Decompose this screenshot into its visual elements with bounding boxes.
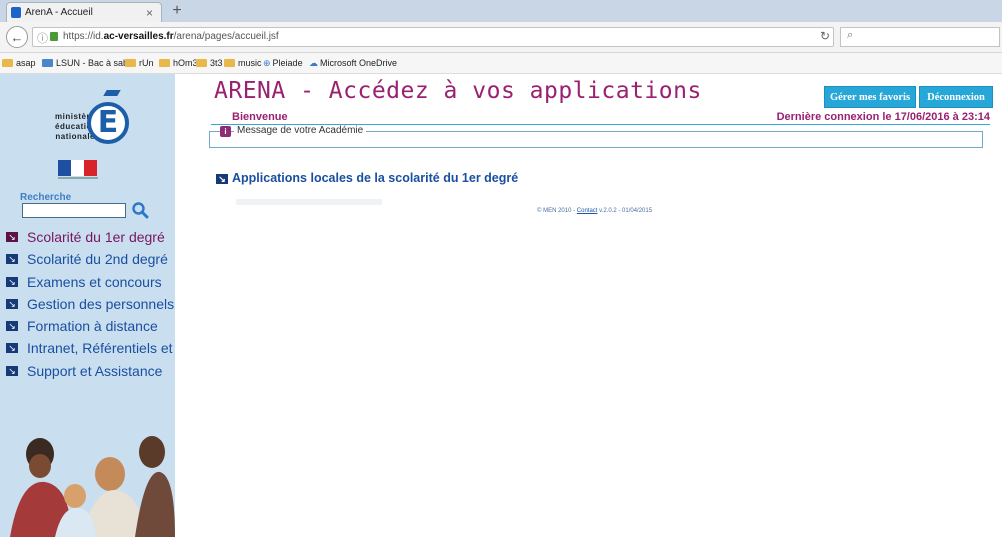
browser-nav-bar: ← ⓘ https://id.ac-versailles.fr/arena/pa… [0,22,1002,53]
bookmark-run[interactable]: rUn [125,53,154,73]
tab-title: ArenA - Accueil [25,7,93,18]
logout-button[interactable]: Déconnexion [919,86,993,108]
last-login-text: Dernière connexion le 17/06/2016 à 23:14 [776,111,990,123]
academy-message-panel[interactable]: i Message de votre Académie [209,125,983,148]
arrow-icon: ↘ [6,343,18,354]
children-photo [0,434,175,537]
search-icon[interactable] [131,201,149,219]
sidebar-item-formation-distance[interactable]: ↘ Formation à distance [6,315,175,337]
sidebar-search-input[interactable] [22,203,126,218]
address-bar[interactable]: ⓘ https://id.ac-versailles.fr/arena/page… [32,27,834,47]
sidebar-item-examens-concours[interactable]: ↘ Examens et concours [6,271,175,293]
contact-link[interactable]: Contact [577,208,598,214]
bookmark-3t3[interactable]: 3t3 [196,53,223,73]
search-icon: ⌕ [847,29,854,41]
bookmark-music[interactable]: music [224,53,262,73]
bookmarks-bar: asap LSUN - Bac à sable rUn hOm3 3t3 mus… [0,53,1002,74]
sidebar-item-gestion-personnels[interactable]: ↘ Gestion des personnels [6,293,175,315]
folder-icon [2,59,13,67]
page-title: ARENA - Accédez à vos applications [214,78,702,104]
welcome-text: Bienvenue [232,111,288,123]
logo-e-icon: E [87,102,129,144]
arrow-icon: ↘ [6,276,18,287]
url-text: https://id.ac-versailles.fr/arena/pages/… [63,31,279,42]
folder-icon [196,59,207,67]
page-favicon-icon [11,7,21,18]
bookmark-lsun[interactable]: LSUN - Bac à sable [42,53,135,73]
browser-tab[interactable]: ArenA - Accueil × [6,2,162,22]
globe-icon: ⊕ [263,58,271,68]
sidebar-item-scolarite-2nd-degre[interactable]: ↘ Scolarité du 2nd degré [6,248,175,270]
faint-placeholder-row [236,199,382,205]
arrow-icon: ↘ [6,321,18,332]
bookmark-onedrive[interactable]: ☁ Microsoft OneDrive [309,53,397,73]
sidebar-item-intranet[interactable]: ↘Intranet, Référentiels et Outils [6,337,175,359]
back-button[interactable]: ← [6,26,28,48]
academy-message-label: Message de votre Académie [234,125,367,136]
reload-icon[interactable]: ↻ [815,27,835,45]
arrow-icon: ↘ [6,254,18,265]
browser-tab-bar: ArenA - Accueil × + [0,0,1002,22]
manage-favorites-button[interactable]: Gérer mes favoris [824,86,916,108]
ministere-logo: ministère éducation nationale E [55,84,135,158]
folder-icon [42,59,53,67]
folder-icon [224,59,235,67]
close-tab-icon[interactable]: × [146,3,153,23]
bookmark-pleiade[interactable]: ⊕ Pleiade [263,53,303,73]
sidebar-item-support[interactable]: ↘ Support et Assistance [6,360,175,382]
footer: © MEN 2010 - Contact v.2.0.2 - 01/04/201… [537,208,653,214]
new-tab-button[interactable]: + [166,2,188,20]
folder-icon [159,59,170,67]
arrow-icon: ↘ [6,365,18,376]
browser-search-input[interactable]: ⌕ [840,27,1000,47]
folder-icon [125,59,136,67]
search-label: Recherche [20,192,72,203]
bookmark-asap[interactable]: asap [2,53,36,73]
sidebar: ministère éducation nationale E Recherch… [0,74,175,537]
section-title-applications[interactable]: ↘ Applications locales de la scolarité du… [216,171,518,185]
arrow-icon: ↘ [216,174,228,184]
arrow-icon: ↘ [6,232,18,242]
arrow-icon: ↘ [6,298,18,309]
bookmark-hom3[interactable]: hOm3 [159,53,198,73]
sidebar-item-scolarite-1er-degre[interactable]: ↘ Scolarité du 1er degré [6,226,175,248]
marianne-flag-icon [58,160,98,182]
logo-accent [103,90,121,96]
cloud-icon: ☁ [309,58,318,68]
info-icon[interactable]: ⓘ [37,30,48,46]
sidebar-menu: ↘ Scolarité du 1er degré ↘ Scolarité du 2n… [6,226,175,382]
info-badge-icon: i [220,126,231,137]
lock-icon [50,32,58,41]
